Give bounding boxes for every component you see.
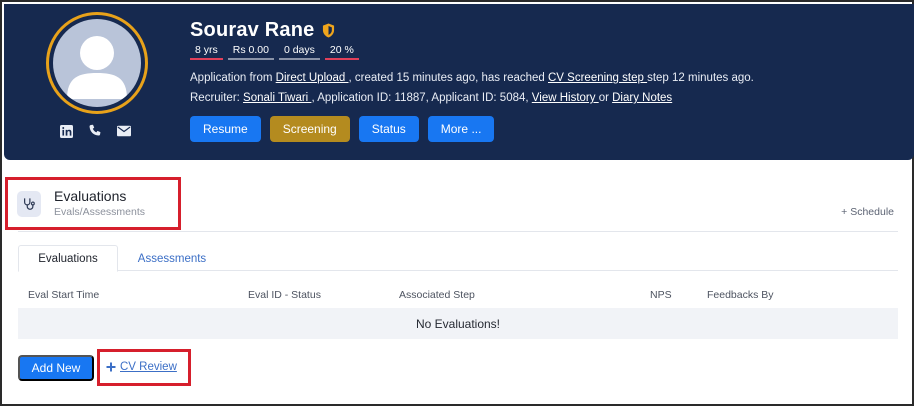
- tab-evaluations[interactable]: Evaluations: [18, 245, 118, 272]
- view-history-link[interactable]: View History: [532, 92, 599, 104]
- step-link[interactable]: CV Screening step: [548, 72, 647, 84]
- section-divider: [18, 231, 898, 232]
- column-associated-step: Associated Step: [399, 289, 475, 301]
- column-eval-id-status: Eval ID - Status: [248, 289, 321, 301]
- schedule-link[interactable]: + Schedule: [841, 206, 894, 218]
- avatar[interactable]: [53, 19, 141, 107]
- stethoscope-icon: [17, 191, 41, 217]
- screening-button[interactable]: Screening: [269, 116, 350, 142]
- header-actions: Resume Screening Status More ...: [190, 116, 495, 142]
- plus-icon: [106, 362, 116, 372]
- candidate-stats: 8 yrs Rs 0.00 0 days 20 %: [190, 43, 359, 60]
- avatar-ring: [46, 12, 148, 114]
- column-nps: NPS: [650, 289, 672, 301]
- shield-icon: [323, 23, 335, 38]
- social-links: [58, 123, 132, 139]
- empty-state: No Evaluations!: [18, 308, 898, 339]
- recruiter-prefix: Recruiter:: [190, 92, 244, 104]
- diary-notes-link[interactable]: Diary Notes: [612, 92, 672, 104]
- page-frame: Sourav Rane 8 yrs Rs 0.00 0 days 20 % Ap…: [0, 0, 914, 406]
- linkedin-icon[interactable]: [58, 123, 74, 139]
- add-new-button[interactable]: Add New: [18, 355, 94, 381]
- match-score-badge: 20 %: [324, 43, 359, 60]
- recruiter-link[interactable]: Sonali Tiwari: [243, 92, 311, 104]
- application-suffix: step 12 minutes ago.: [647, 72, 754, 84]
- application-prefix: Application from: [190, 72, 276, 84]
- notice-period-badge: 0 days: [278, 43, 320, 60]
- cv-review-label: CV Review: [120, 361, 177, 373]
- experience-badge: 8 yrs: [190, 43, 223, 60]
- user-avatar-icon: [67, 36, 127, 99]
- or-text: or: [598, 92, 613, 104]
- column-feedbacks-by: Feedbacks By: [707, 289, 774, 301]
- phone-icon[interactable]: [87, 123, 103, 139]
- resume-button[interactable]: Resume: [190, 116, 261, 142]
- evaluations-tabs: Evaluations Assessments: [18, 245, 898, 272]
- candidate-header: Sourav Rane 8 yrs Rs 0.00 0 days 20 % Ap…: [4, 4, 914, 160]
- cv-review-link[interactable]: CV Review: [106, 361, 177, 373]
- column-eval-start-time: Eval Start Time: [28, 289, 100, 301]
- application-middle: , created 15 minutes ago, has reached: [348, 72, 548, 84]
- status-button[interactable]: Status: [358, 116, 419, 142]
- candidate-name-row: Sourav Rane: [190, 19, 335, 42]
- salary-badge: Rs 0.00: [227, 43, 274, 60]
- more-button[interactable]: More ...: [427, 116, 495, 142]
- recruiter-middle: , Application ID: 11887, Applicant ID: 5…: [311, 92, 532, 104]
- mail-icon[interactable]: [116, 123, 132, 139]
- candidate-name: Sourav Rane: [190, 19, 315, 41]
- evaluations-title: Evaluations: [54, 188, 127, 204]
- source-link[interactable]: Direct Upload: [276, 72, 349, 84]
- evaluations-subtitle: Evals/Assessments: [54, 206, 146, 218]
- recruiter-info: Recruiter: Sonali Tiwari , Application I…: [190, 92, 672, 104]
- tab-assessments[interactable]: Assessments: [126, 245, 218, 272]
- application-info: Application from Direct Upload , created…: [190, 72, 754, 84]
